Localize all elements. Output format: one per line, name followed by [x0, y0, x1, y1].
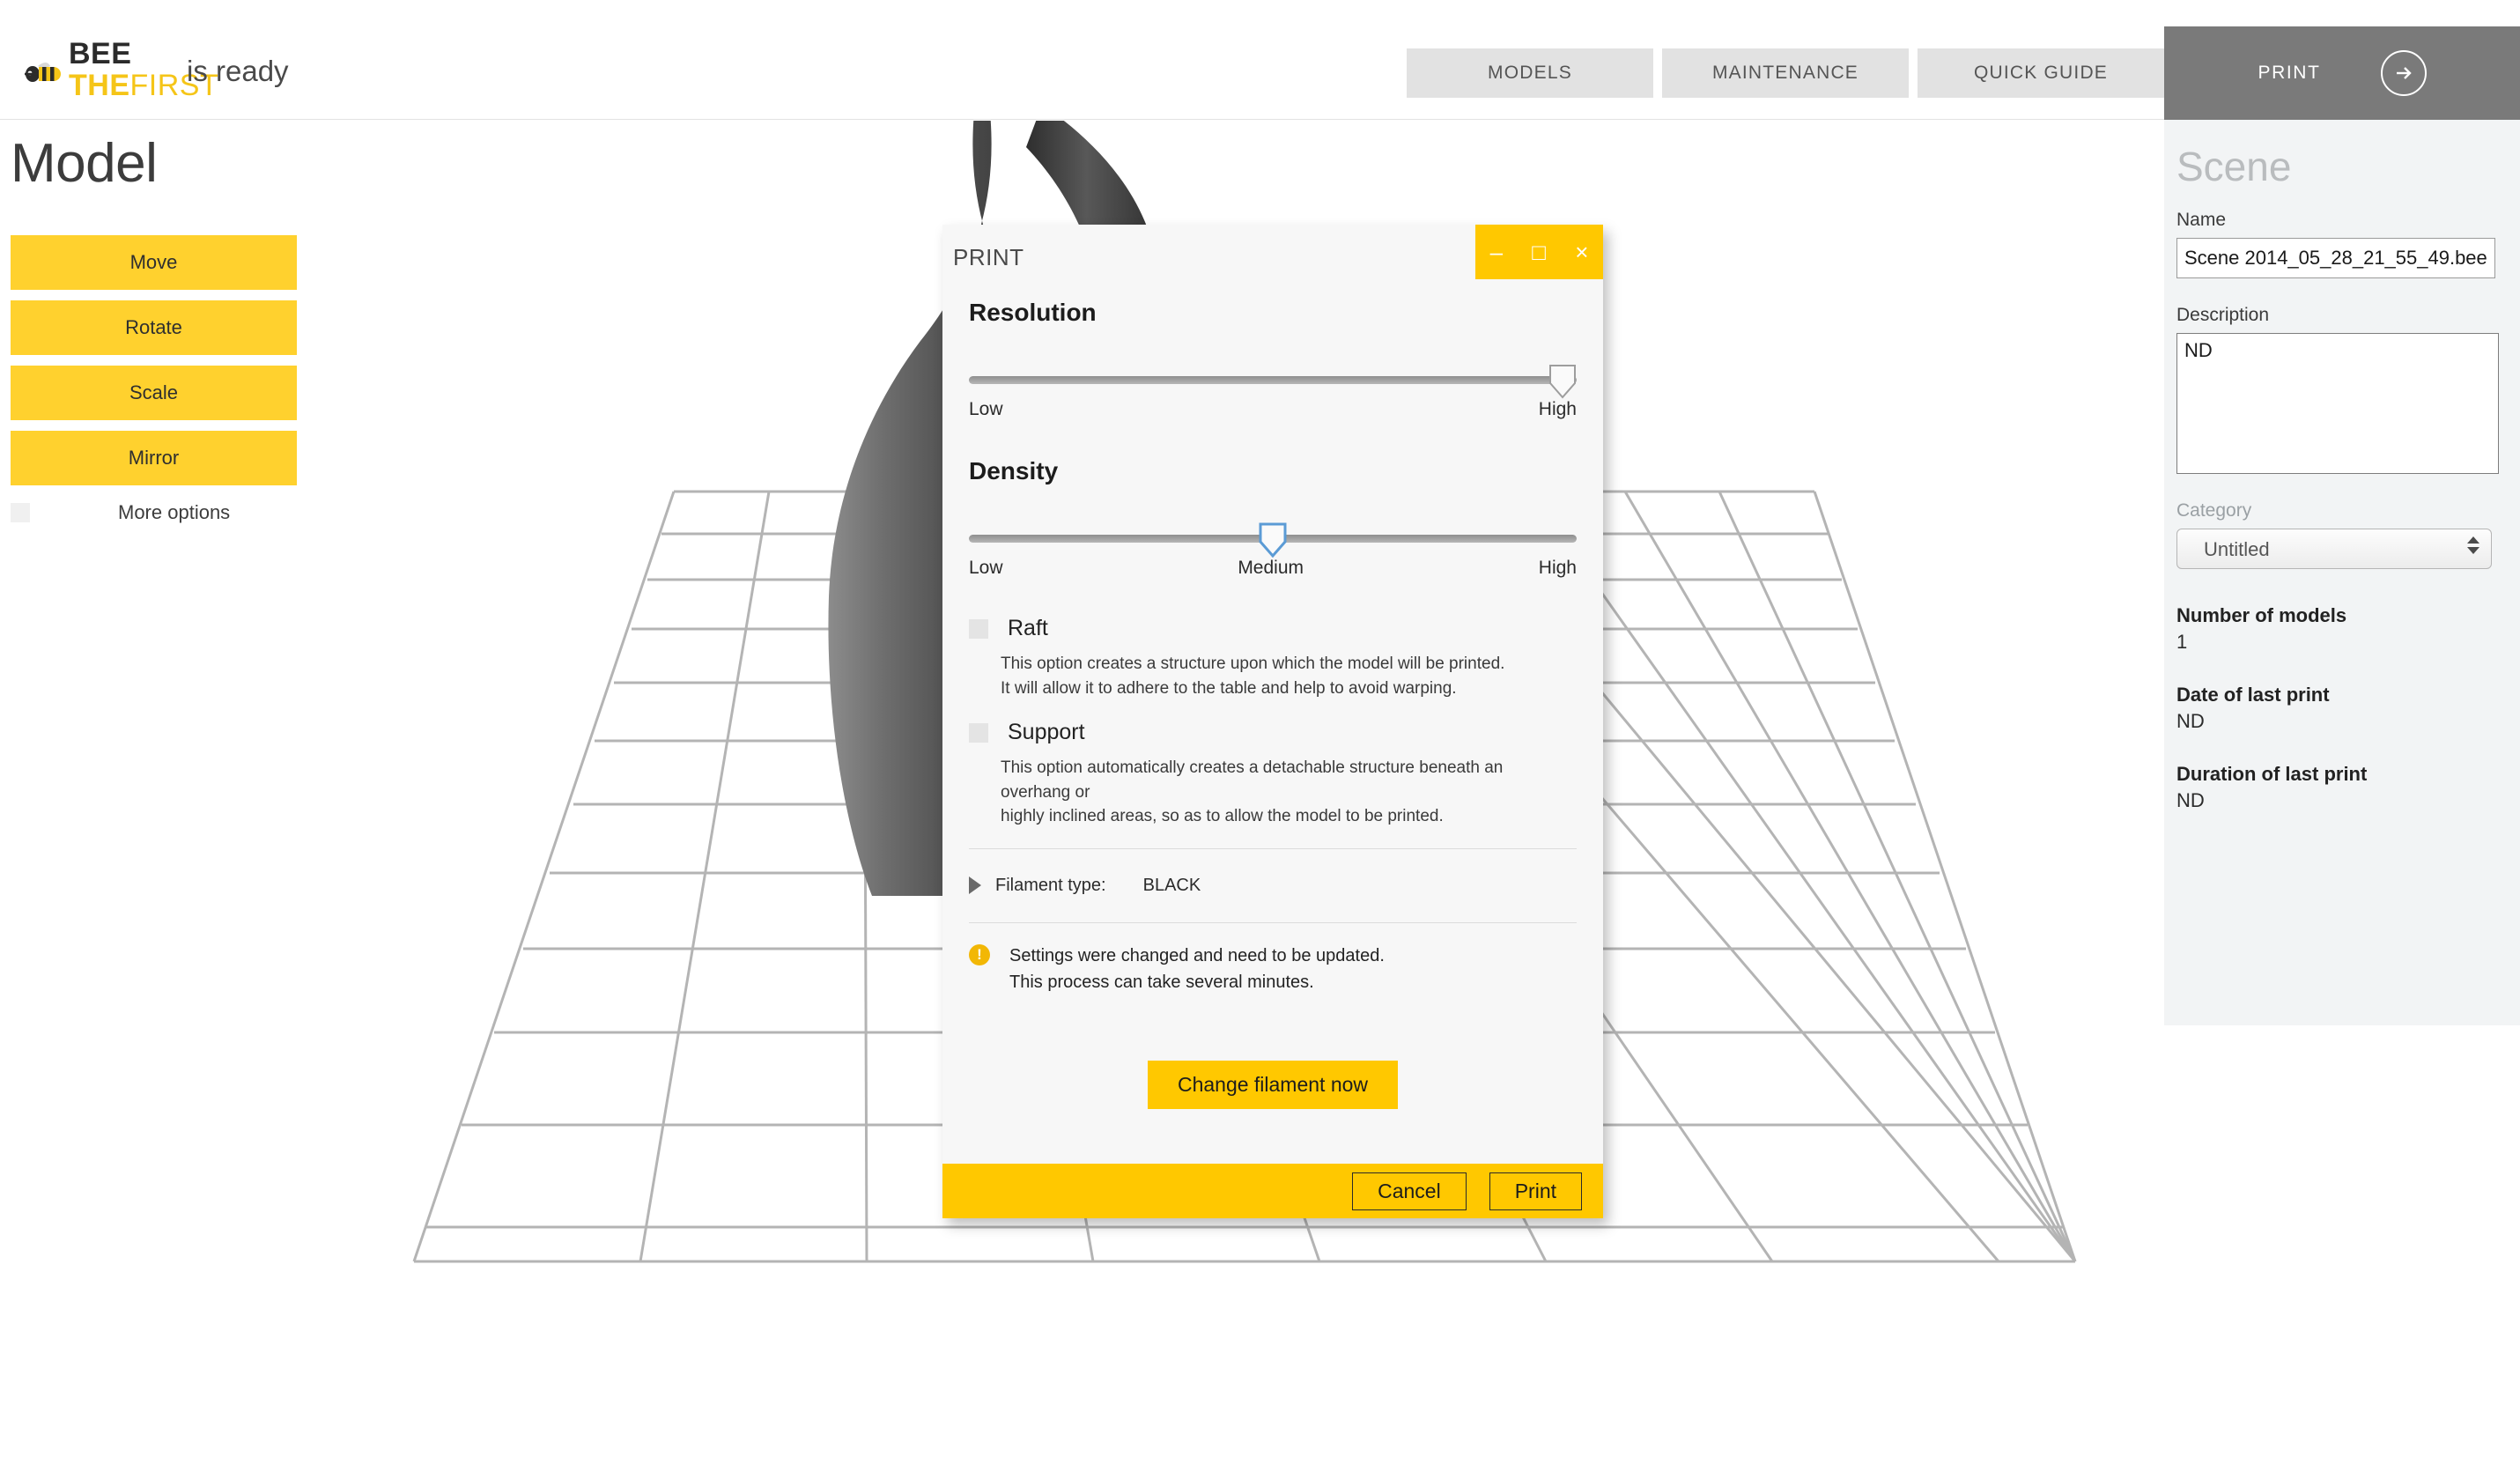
- warning-line2: This process can take several minutes.: [1009, 972, 1314, 992]
- scene-category-select-wrap: Untitled: [2176, 529, 2492, 569]
- duration-last-print-label: Duration of last print: [2176, 763, 2368, 785]
- more-options-label: More options: [118, 501, 231, 523]
- print-cta-label: PRINT: [2258, 63, 2321, 83]
- print-dialog-title: PRINT: [953, 244, 1024, 270]
- raft-label: Raft: [1008, 616, 1048, 640]
- support-label: Support: [1008, 720, 1085, 745]
- resolution-slider-track[interactable]: [969, 376, 1577, 384]
- raft-description: This option creates a structure upon whi…: [1001, 652, 1577, 700]
- support-checkbox[interactable]: [969, 722, 988, 743]
- scene-name-input[interactable]: [2176, 238, 2495, 278]
- warning-line1: Settings were changed and need to be upd…: [1009, 945, 1385, 965]
- settings-warning: ! Settings were changed and need to be u…: [969, 943, 1577, 995]
- density-low-label: Low: [969, 558, 1003, 578]
- print-button[interactable]: Print: [1489, 1172, 1582, 1210]
- density-high-label: High: [1538, 558, 1577, 578]
- support-description-line2: highly inclined areas, so as to allow th…: [1001, 807, 1444, 826]
- raft-description-line2: It will allow it to adhere to the table …: [1001, 678, 1457, 698]
- resolution-slider[interactable]: [969, 365, 1577, 399]
- warning-icon: !: [969, 943, 990, 965]
- resolution-slider-labels: Low High: [969, 399, 1577, 420]
- filament-type-row[interactable]: Filament type: BLACK: [969, 869, 1577, 903]
- tool-button-move[interactable]: Move: [11, 235, 297, 290]
- density-slider-labels: Low Medium High: [969, 558, 1577, 579]
- support-option-row[interactable]: Support: [969, 720, 1577, 745]
- minimize-icon[interactable]: –: [1490, 240, 1503, 263]
- density-slider[interactable]: [969, 522, 1577, 558]
- scene-description-label: Description: [2176, 305, 2270, 325]
- tool-button-rotate[interactable]: Rotate: [11, 300, 297, 355]
- left-sidebar: Model Move Rotate Scale Mirror More opti…: [0, 132, 304, 524]
- bee-icon: [12, 48, 67, 102]
- maximize-icon[interactable]: □: [1532, 240, 1546, 263]
- resolution-slider-handle[interactable]: [1548, 364, 1577, 399]
- scene-panel-title: Scene: [2176, 144, 2292, 189]
- support-description-line1: This option automatically creates a deta…: [1001, 758, 1504, 802]
- tool-button-mirror[interactable]: Mirror: [11, 431, 297, 485]
- scene-category-select[interactable]: Untitled: [2176, 529, 2492, 569]
- print-dialog-body: Resolution Low High Density Low Medium H…: [942, 279, 1603, 1164]
- close-icon[interactable]: ×: [1575, 240, 1588, 263]
- nav-button-maintenance[interactable]: MAINTENANCE: [1662, 48, 1909, 98]
- print-cta-button[interactable]: PRINT: [2164, 26, 2520, 120]
- support-description: This option automatically creates a deta…: [1001, 756, 1577, 829]
- page-title: Model: [11, 133, 158, 194]
- arrow-right-icon: [2380, 50, 2427, 96]
- raft-description-line1: This option creates a structure upon whi…: [1001, 655, 1505, 673]
- chevron-right-icon[interactable]: [969, 876, 981, 895]
- main-nav: MODELS MAINTENANCE QUICK GUIDE: [1407, 48, 2164, 98]
- brand-the-text: THE: [69, 69, 130, 102]
- density-slider-handle[interactable]: [1259, 522, 1287, 558]
- duration-last-print-value: ND: [2176, 789, 2205, 811]
- scene-description-textarea[interactable]: ND: [2176, 333, 2499, 474]
- nav-button-models[interactable]: MODELS: [1407, 48, 1653, 98]
- scene-name-label: Name: [2176, 210, 2227, 230]
- printer-status-text: is ready: [187, 55, 289, 87]
- more-options-checkbox[interactable]: [11, 503, 30, 522]
- date-last-print-label: Date of last print: [2176, 684, 2330, 706]
- raft-checkbox[interactable]: [969, 618, 988, 639]
- divider-bottom: [969, 921, 1577, 923]
- change-filament-button[interactable]: Change filament now: [1147, 1060, 1399, 1109]
- density-heading: Density: [969, 457, 1059, 484]
- app-root: BEE THEFIRST is ready MODELS MAINTENANCE…: [0, 0, 2520, 1457]
- nav-button-quick-guide[interactable]: QUICK GUIDE: [1918, 48, 2164, 98]
- density-medium-label: Medium: [1238, 558, 1304, 578]
- more-options-row[interactable]: More options: [11, 501, 304, 524]
- number-of-models-value: 1: [2176, 631, 2188, 653]
- date-last-print-value: ND: [2176, 710, 2205, 732]
- cancel-button[interactable]: Cancel: [1352, 1172, 1467, 1210]
- resolution-low-label: Low: [969, 399, 1003, 419]
- raft-option-row[interactable]: Raft: [969, 616, 1577, 641]
- window-controls: – □ ×: [1475, 225, 1603, 279]
- print-dialog-footer: Cancel Print: [942, 1164, 1603, 1218]
- filament-type-value: BLACK: [1142, 875, 1201, 895]
- print-dialog: PRINT – □ × Resolution Low High Density: [942, 225, 1603, 1218]
- divider-top: [969, 847, 1577, 849]
- scene-properties-panel: Scene Name Description ND Category Untit…: [2164, 120, 2520, 1025]
- resolution-high-label: High: [1538, 399, 1577, 419]
- scene-category-label: Category: [2176, 500, 2252, 521]
- filament-type-label: Filament type:: [995, 875, 1106, 895]
- number-of-models-label: Number of models: [2176, 604, 2347, 626]
- top-bar: BEE THEFIRST is ready MODELS MAINTENANCE…: [0, 0, 2520, 120]
- warning-text: Settings were changed and need to be upd…: [1009, 943, 1385, 995]
- tool-button-scale[interactable]: Scale: [11, 366, 297, 420]
- resolution-heading: Resolution: [969, 299, 1097, 326]
